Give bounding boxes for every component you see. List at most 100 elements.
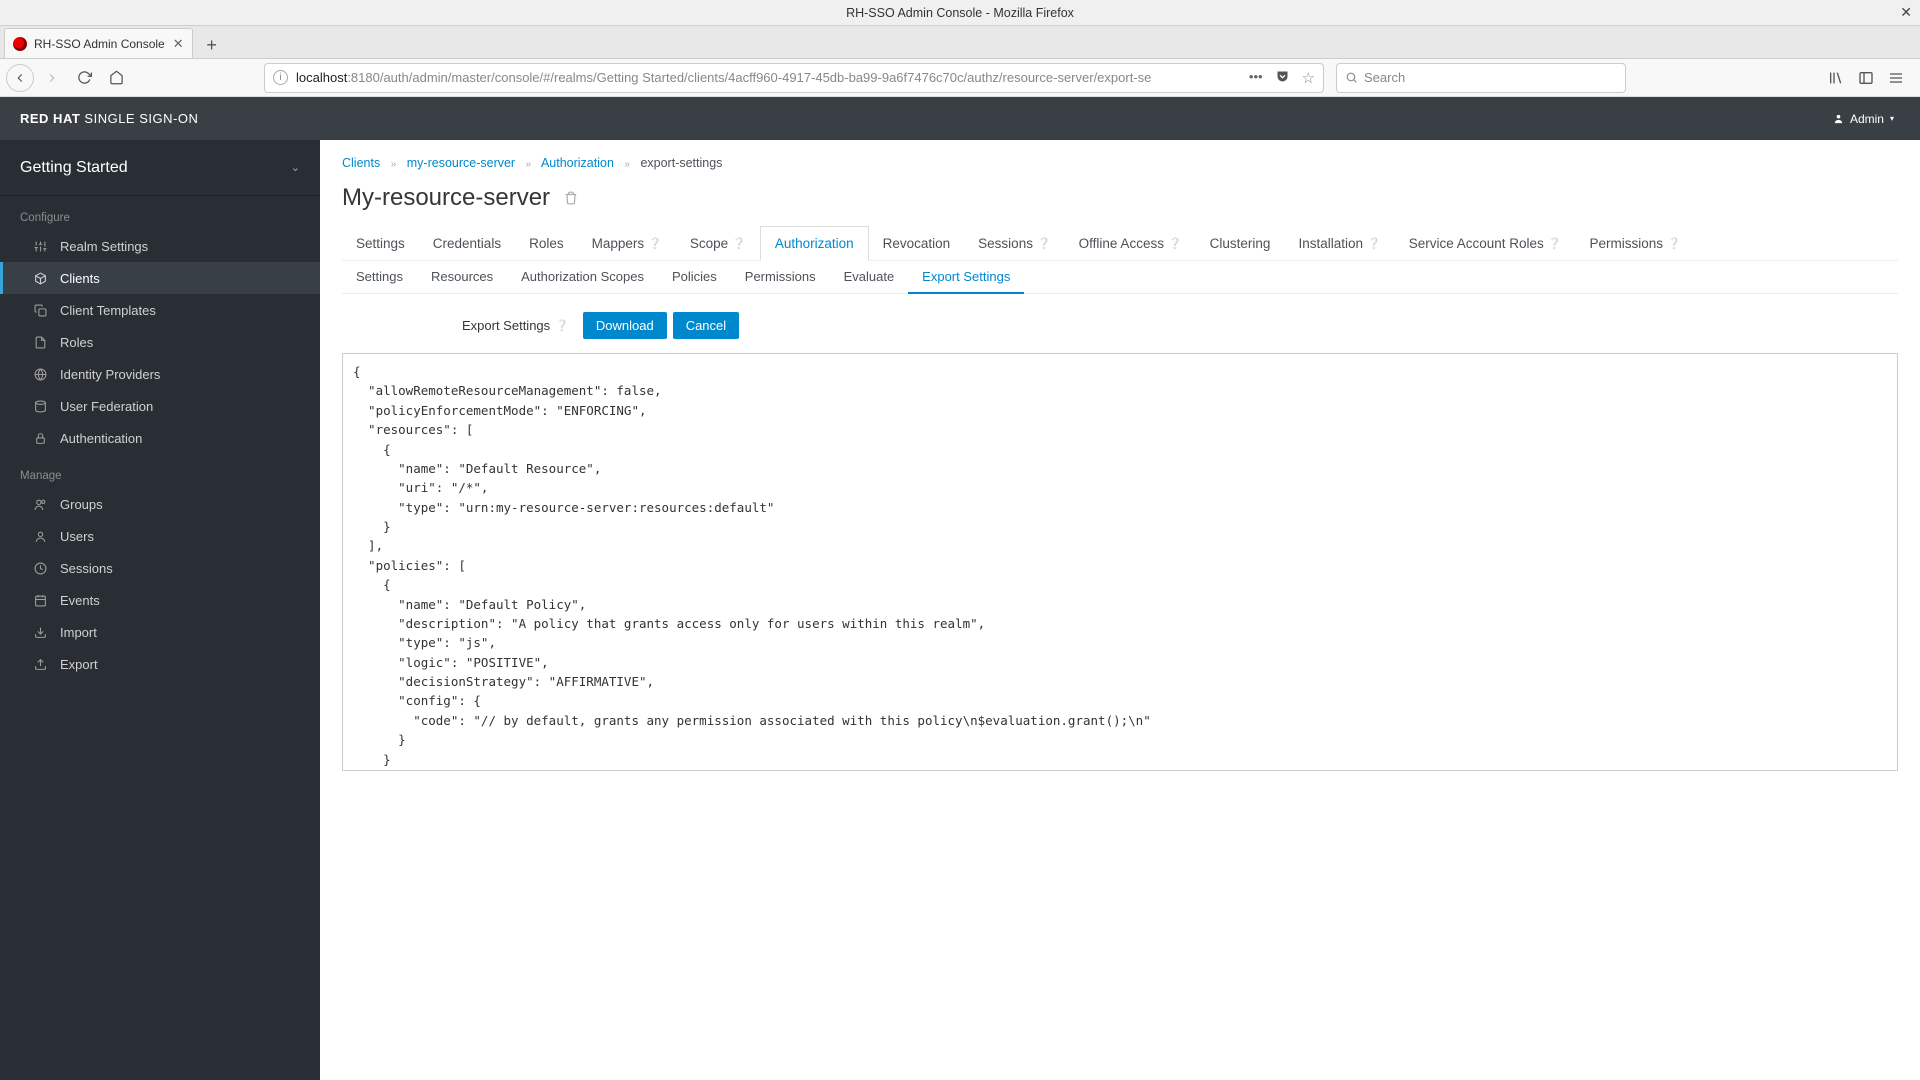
tab-offline-access[interactable]: Offline Access❔ [1065,226,1196,260]
brand-logo[interactable]: RED HAT SINGLE SIGN-ON [20,111,198,126]
tab-mappers[interactable]: Mappers❔ [578,226,676,260]
realm-name: Getting Started [20,159,128,177]
help-icon[interactable]: ❔ [1548,237,1562,250]
forward-button[interactable] [38,64,66,92]
breadcrumb-separator: » [624,159,630,170]
user-menu[interactable]: Admin ▾ [1833,112,1900,126]
breadcrumb-separator: » [526,159,532,170]
user-menu-label: Admin [1850,112,1884,126]
sidebar-item-identity-providers[interactable]: Identity Providers [0,358,320,390]
search-placeholder: Search [1364,70,1405,85]
copy-icon [34,304,48,317]
sidebar-item-groups[interactable]: Groups [0,488,320,520]
calendar-icon [34,594,48,607]
help-icon[interactable]: ❔ [1367,237,1381,250]
authz-subtabs: Settings Resources Authorization Scopes … [342,261,1898,294]
user-icon [1833,113,1844,124]
pocket-icon[interactable] [1275,69,1290,84]
main-content: Clients » my-resource-server » Authoriza… [320,140,1920,1080]
window-title: RH-SSO Admin Console - Mozilla Firefox [846,6,1074,20]
subtab-resources[interactable]: Resources [417,261,507,293]
home-button[interactable] [102,64,130,92]
search-icon [1345,71,1358,84]
sidebar-item-import[interactable]: Import [0,616,320,648]
help-icon[interactable]: ❔ [1667,237,1681,250]
reload-icon [77,70,92,85]
subtab-export-settings[interactable]: Export Settings [908,261,1024,294]
export-settings-label: Export Settings ❔ [462,318,569,333]
breadcrumb-link[interactable]: Clients [342,156,380,170]
arrow-left-icon [13,71,27,85]
help-icon[interactable]: ❔ [648,237,662,250]
sidebar-item-sessions[interactable]: Sessions [0,552,320,584]
download-button[interactable]: Download [583,312,667,339]
tab-installation[interactable]: Installation❔ [1284,226,1394,260]
library-icon[interactable] [1828,70,1844,86]
sidebar-item-export[interactable]: Export [0,648,320,680]
delete-client-button[interactable] [564,191,578,205]
page-title: My-resource-server [342,184,1898,212]
breadcrumb-link[interactable]: my-resource-server [407,156,515,170]
sidebar-item-users[interactable]: Users [0,520,320,552]
sidebar-item-client-templates[interactable]: Client Templates [0,294,320,326]
tab-roles[interactable]: Roles [515,226,578,260]
chevron-down-icon: ⌄ [291,161,300,174]
sidebar: Getting Started ⌄ Configure Realm Settin… [0,140,320,1080]
new-tab-button[interactable]: + [199,32,225,58]
realm-selector[interactable]: Getting Started ⌄ [0,140,320,196]
tab-close-icon[interactable]: ✕ [165,36,184,52]
breadcrumb-link[interactable]: Authorization [541,156,614,170]
clock-icon [34,562,48,575]
nav-section-configure: Configure [0,196,320,230]
export-json-textarea[interactable]: { "allowRemoteResourceManagement": false… [342,353,1898,771]
tab-sessions[interactable]: Sessions❔ [964,226,1064,260]
reload-button[interactable] [70,64,98,92]
subtab-evaluate[interactable]: Evaluate [830,261,909,293]
breadcrumb: Clients » my-resource-server » Authoriza… [342,156,1898,170]
tab-credentials[interactable]: Credentials [419,226,515,260]
site-info-icon[interactable]: i [273,70,288,85]
help-icon[interactable]: ❔ [1168,237,1182,250]
url-path: :8180/auth/admin/master/console/#/realms… [347,70,1151,85]
browser-navbar: i localhost :8180/auth/admin/master/cons… [0,59,1920,97]
tab-authorization[interactable]: Authorization [760,226,869,261]
help-icon[interactable]: ❔ [555,319,569,332]
subtab-settings[interactable]: Settings [342,261,417,293]
cancel-button[interactable]: Cancel [673,312,739,339]
back-button[interactable] [6,64,34,92]
page-actions-icon[interactable]: ••• [1249,69,1263,87]
help-icon[interactable]: ❔ [732,237,746,250]
sidebar-item-user-federation[interactable]: User Federation [0,390,320,422]
breadcrumb-separator: » [391,159,397,170]
bookmark-star-icon[interactable]: ☆ [1302,69,1315,87]
sidebar-item-authentication[interactable]: Authentication [0,422,320,454]
sidebar-item-clients[interactable]: Clients [0,262,320,294]
tab-revocation[interactable]: Revocation [869,226,965,260]
help-icon[interactable]: ❔ [1037,237,1051,250]
users-icon [34,498,48,511]
tab-scope[interactable]: Scope❔ [676,226,760,260]
browser-tabbar: RH-SSO Admin Console ✕ + [0,26,1920,59]
url-host: localhost [296,70,347,85]
sidebar-item-realm-settings[interactable]: Realm Settings [0,230,320,262]
subtab-permissions[interactable]: Permissions [731,261,830,293]
tab-settings[interactable]: Settings [342,226,419,260]
sliders-icon [34,240,48,253]
tab-service-account-roles[interactable]: Service Account Roles❔ [1395,226,1576,260]
subtab-authorization-scopes[interactable]: Authorization Scopes [507,261,658,293]
menu-icon[interactable] [1888,70,1904,86]
url-bar[interactable]: i localhost :8180/auth/admin/master/cons… [264,63,1324,93]
tab-clustering[interactable]: Clustering [1196,226,1285,260]
tab-permissions[interactable]: Permissions❔ [1575,226,1694,260]
browser-tab[interactable]: RH-SSO Admin Console ✕ [4,28,193,58]
sidebar-item-roles[interactable]: Roles [0,326,320,358]
upload-icon [34,658,48,671]
search-bar[interactable]: Search [1336,63,1626,93]
subtab-policies[interactable]: Policies [658,261,731,293]
export-form-row: Export Settings ❔ Download Cancel [342,312,1898,339]
sidebar-icon[interactable] [1858,70,1874,86]
sidebar-item-events[interactable]: Events [0,584,320,616]
arrow-right-icon [45,71,59,85]
window-close-button[interactable]: ✕ [1900,4,1912,21]
trash-icon [564,191,578,205]
